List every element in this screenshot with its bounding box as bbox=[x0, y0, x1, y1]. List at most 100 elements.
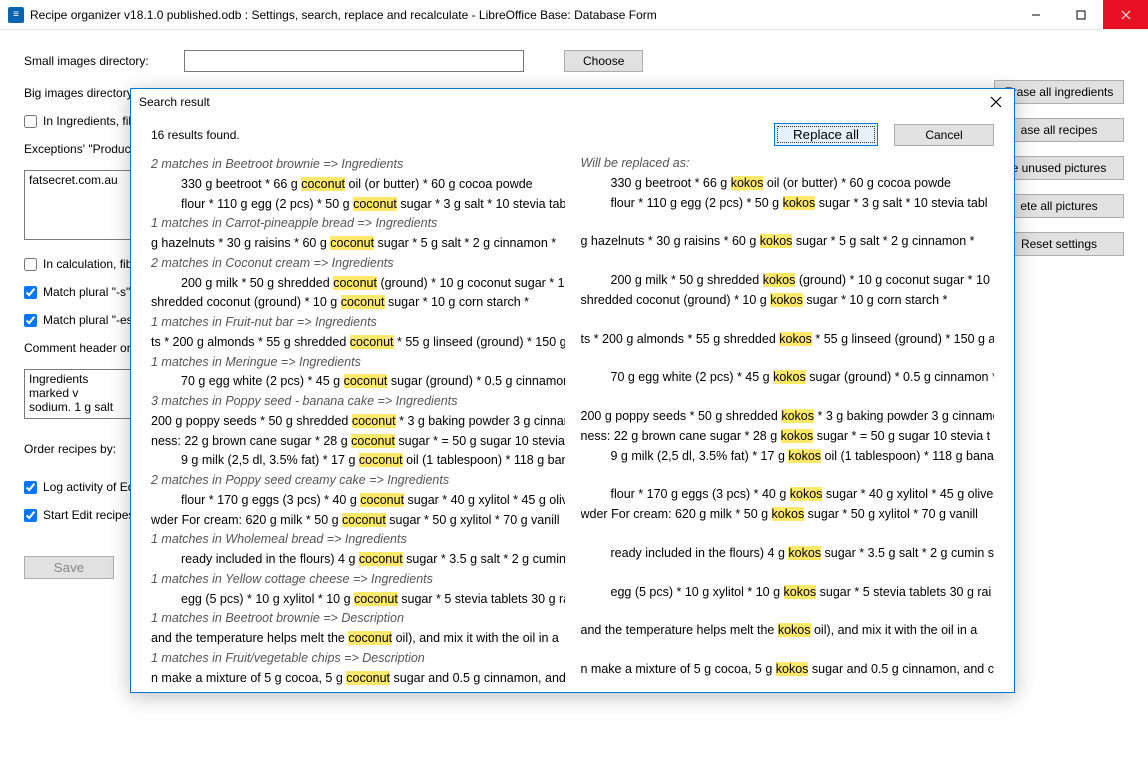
section-header: 1 matches in Carrot-pineapple bread => I… bbox=[151, 214, 565, 233]
maximize-button[interactable] bbox=[1058, 0, 1103, 29]
result-line: n make a mixture of 5 g cocoa, 5 g cocon… bbox=[151, 669, 565, 688]
in-calculation-label: In calculation, fib bbox=[43, 257, 132, 271]
result-line: ness: 22 g brown cane sugar * 28 g cocon… bbox=[151, 432, 565, 451]
match-plural-es-checkbox[interactable] bbox=[24, 314, 37, 327]
section-header: 1 matches in Beetroot brownie => Descrip… bbox=[151, 609, 565, 628]
replace-header: Will be replaced as: bbox=[581, 154, 995, 173]
result-line: flour * 170 g eggs (3 pcs) * 40 g coconu… bbox=[151, 491, 565, 510]
result-line: ready included in the flours) 4 g coconu… bbox=[151, 550, 565, 569]
result-line: 200 g poppy seeds * 50 g shredded coconu… bbox=[151, 412, 565, 431]
result-line: ness: 22 g brown cane sugar * 28 g kokos… bbox=[581, 427, 995, 446]
result-line: 200 g milk * 50 g shredded kokos (ground… bbox=[581, 271, 995, 290]
highlighted-word: kokos bbox=[788, 546, 821, 560]
highlighted-word: kokos bbox=[781, 409, 814, 423]
result-line: ts * 200 g almonds * 55 g shredded cocon… bbox=[151, 333, 565, 352]
small-images-input[interactable] bbox=[184, 50, 524, 72]
match-plural-es-label: Match plural "-es" bbox=[43, 313, 137, 327]
cancel-button[interactable]: Cancel bbox=[894, 124, 994, 146]
section-header: 1 matches in Yellow cottage cheese => In… bbox=[151, 570, 565, 589]
minimize-button[interactable] bbox=[1013, 0, 1058, 29]
result-line: shredded coconut (ground) * 10 g kokos s… bbox=[581, 291, 995, 310]
dialog-title: Search result bbox=[139, 95, 986, 109]
result-line: egg (5 pcs) * 10 g xylitol * 10 g coconu… bbox=[151, 590, 565, 609]
result-line: n make a mixture of 5 g cocoa, 5 g kokos… bbox=[581, 660, 995, 679]
result-line: shredded coconut (ground) * 10 g coconut… bbox=[151, 293, 565, 312]
results-count: 16 results found. bbox=[151, 128, 758, 142]
in-ingredients-checkbox[interactable] bbox=[24, 115, 37, 128]
result-line: g hazelnuts * 30 g raisins * 60 g kokos … bbox=[581, 232, 995, 251]
highlighted-word: kokos bbox=[784, 585, 817, 599]
result-line: g hazelnuts * 30 g raisins * 60 g coconu… bbox=[151, 234, 565, 253]
section-header: 1 matches in Fruit-nut bar => Ingredient… bbox=[151, 313, 565, 332]
highlighted-word: coconut bbox=[353, 197, 397, 211]
result-line: and the temperature helps melt the cocon… bbox=[151, 629, 565, 648]
highlighted-word: kokos bbox=[770, 293, 803, 307]
section-header: 3 matches in Poppy seed - banana cake =>… bbox=[151, 392, 565, 411]
result-line: egg (5 pcs) * 10 g xylitol * 10 g kokos … bbox=[581, 583, 995, 602]
result-line: 9 g milk (2,5 dl, 3.5% fat) * 17 g kokos… bbox=[581, 447, 995, 466]
result-line: 200 g poppy seeds * 50 g shredded kokos … bbox=[581, 407, 995, 426]
log-activity-checkbox[interactable] bbox=[24, 481, 37, 494]
highlighted-word: kokos bbox=[763, 273, 796, 287]
highlighted-word: coconut bbox=[341, 295, 385, 309]
exceptions-textarea[interactable]: fatsecret.com.au bbox=[24, 170, 134, 240]
comment-header-textarea[interactable]: Ingredients marked v sodium. 1 g salt co… bbox=[24, 369, 134, 419]
dialog-titlebar: Search result bbox=[131, 89, 1014, 115]
result-line: flour * 110 g egg (2 pcs) * 50 g kokos s… bbox=[581, 194, 995, 213]
result-line: 330 g beetroot * 66 g coconut oil (or bu… bbox=[151, 175, 565, 194]
highlighted-word: kokos bbox=[778, 623, 811, 637]
result-line: ts * 200 g almonds * 55 g shredded kokos… bbox=[581, 330, 995, 349]
section-header: 1 matches in Wholemeal bread => Ingredie… bbox=[151, 530, 565, 549]
highlighted-word: coconut bbox=[354, 592, 398, 606]
highlighted-word: coconut bbox=[352, 414, 396, 428]
highlighted-word: coconut bbox=[330, 236, 374, 250]
highlighted-word: coconut bbox=[360, 493, 404, 507]
highlighted-word: coconut bbox=[342, 513, 386, 527]
in-ingredients-label: In Ingredients, fib bbox=[43, 114, 135, 128]
result-line: 200 g milk * 50 g shredded coconut (grou… bbox=[151, 274, 565, 293]
highlighted-word: coconut bbox=[350, 335, 394, 349]
highlighted-word: coconut bbox=[348, 631, 392, 645]
window-title: Recipe organizer v18.1.0 published.odb :… bbox=[30, 8, 1013, 22]
highlighted-word: kokos bbox=[790, 487, 823, 501]
highlighted-word: coconut bbox=[359, 552, 403, 566]
match-plural-s-checkbox[interactable] bbox=[24, 286, 37, 299]
highlighted-word: coconut bbox=[359, 453, 403, 467]
highlighted-word: coconut bbox=[346, 671, 390, 685]
highlighted-word: kokos bbox=[773, 370, 806, 384]
log-activity-label: Log activity of Ed bbox=[43, 480, 134, 494]
highlighted-word: kokos bbox=[772, 507, 805, 521]
section-header: 2 matches in Beetroot brownie => Ingredi… bbox=[151, 155, 565, 174]
result-line: 330 g beetroot * 66 g kokos oil (or butt… bbox=[581, 174, 995, 193]
section-header: 2 matches in Poppy seed creamy cake => I… bbox=[151, 471, 565, 490]
result-line: ready included in the flours) 4 g kokos … bbox=[581, 544, 995, 563]
close-button[interactable] bbox=[1103, 0, 1148, 29]
save-button[interactable]: Save bbox=[24, 556, 114, 579]
section-header: 1 matches in Fruit/vegetable chips => De… bbox=[151, 649, 565, 668]
highlighted-word: kokos bbox=[788, 449, 821, 463]
highlighted-word: kokos bbox=[779, 332, 812, 346]
result-line: 9 g milk (2,5 dl, 3.5% fat) * 17 g cocon… bbox=[151, 451, 565, 470]
result-line: 70 g egg white (2 pcs) * 45 g coconut su… bbox=[151, 372, 565, 391]
result-line: flour * 110 g egg (2 pcs) * 50 g coconut… bbox=[151, 195, 565, 214]
choose-button[interactable]: Choose bbox=[564, 50, 643, 72]
result-line: flour * 170 g eggs (3 pcs) * 40 g kokos … bbox=[581, 485, 995, 504]
start-edit-checkbox[interactable] bbox=[24, 509, 37, 522]
original-column: 2 matches in Beetroot brownie => Ingredi… bbox=[151, 154, 565, 688]
highlighted-word: kokos bbox=[776, 662, 809, 676]
replace-all-button[interactable]: Replace all bbox=[774, 123, 878, 146]
section-header: 2 matches in Coconut cream => Ingredient… bbox=[151, 254, 565, 273]
result-line: and the temperature helps melt the kokos… bbox=[581, 621, 995, 640]
highlighted-word: kokos bbox=[783, 196, 816, 210]
highlighted-word: kokos bbox=[760, 234, 793, 248]
dialog-toolbar: 16 results found. Replace all Cancel bbox=[131, 115, 1014, 146]
replacement-column: Will be replaced as:330 g beetroot * 66 … bbox=[581, 154, 995, 688]
highlighted-word: coconut bbox=[351, 434, 395, 448]
highlighted-word: kokos bbox=[731, 176, 764, 190]
section-header: 1 matches in Meringue => Ingredients bbox=[151, 353, 565, 372]
titlebar: ≡ Recipe organizer v18.1.0 published.odb… bbox=[0, 0, 1148, 30]
app-icon: ≡ bbox=[8, 7, 24, 23]
in-calculation-checkbox[interactable] bbox=[24, 258, 37, 271]
search-result-dialog: Search result 16 results found. Replace … bbox=[130, 88, 1015, 693]
dialog-close-button[interactable] bbox=[986, 92, 1006, 112]
